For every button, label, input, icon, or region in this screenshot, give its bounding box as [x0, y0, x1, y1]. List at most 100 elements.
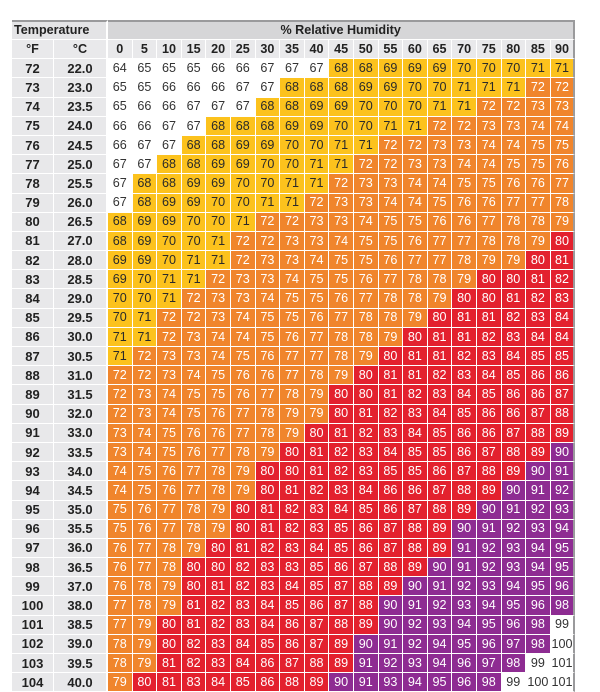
heat-index-cell: 66 — [157, 78, 182, 98]
heat-index-cell: 82 — [181, 634, 207, 654]
heat-index-cell: 75 — [108, 519, 133, 539]
heat-index-cell: 78 — [353, 308, 379, 328]
table-row: 91 33.0 73 74 75 76 76 77 78 79 80 81 82 83 84 85 86 86 87… — [12, 423, 576, 443]
temperature-c-cell: 38.5 — [54, 615, 108, 635]
heat-index-cell: 78 — [230, 442, 256, 463]
heat-index-cell: 90 — [378, 596, 404, 616]
heat-index-cell: 68 — [206, 116, 231, 136]
heat-index-cell: 84 — [206, 673, 231, 692]
heat-index-cell: 76 — [181, 442, 207, 463]
heat-index-cell: 80 — [329, 404, 354, 424]
heat-index-cell: 70 — [206, 193, 231, 213]
heat-index-cell: 76 — [206, 423, 231, 443]
temperature-f-cell: 94 — [12, 481, 54, 501]
heat-index-cell: 83 — [280, 538, 305, 559]
heat-index-cell: 86 — [526, 385, 551, 405]
heat-index-cell: 72 — [501, 97, 527, 117]
heat-index-cell: 84 — [526, 327, 551, 347]
heat-index-cell: 80 — [403, 327, 428, 347]
heat-index-cell: 80 — [526, 251, 551, 271]
heat-index-cell: 69 — [132, 251, 158, 271]
heat-index-cell: 74 — [427, 174, 453, 194]
heat-index-cell: 79 — [132, 615, 158, 635]
heat-index-cell: 86 — [501, 385, 527, 405]
heat-index-cell: 77 — [526, 193, 551, 213]
heat-index-cell: 70 — [501, 59, 527, 79]
heat-index-cell: 75 — [452, 174, 477, 194]
heat-index-cell: 76 — [526, 174, 551, 194]
heat-index-cell: 66 — [157, 97, 182, 117]
heat-index-cell: 76 — [550, 155, 576, 175]
heat-index-cell: 89 — [452, 500, 477, 520]
heat-index-cell: 87 — [550, 385, 576, 405]
heat-index-cell: 84 — [427, 404, 453, 424]
heat-index-cell: 87 — [304, 615, 330, 635]
heat-index-cell: 65 — [132, 59, 158, 79]
heat-index-cell: 87 — [403, 500, 428, 520]
table-row: 73 23.0 65 65 66 66 66 67 67 68 68 68 69 69 70 70 71 71 71… — [12, 78, 576, 98]
heat-index-cell: 76 — [108, 558, 133, 578]
heat-index-cell: 71 — [550, 59, 576, 79]
heat-index-cell: 76 — [132, 500, 158, 520]
heat-index-cell: 72 — [181, 308, 207, 328]
heat-index-cell: 80 — [378, 347, 404, 367]
heat-index-cell: 66 — [108, 116, 133, 136]
heat-index-cell: 75 — [157, 442, 182, 463]
heat-index-cell: 92 — [378, 654, 404, 674]
heat-index-cell: 86 — [255, 654, 281, 674]
heat-index-cell: 89 — [329, 634, 354, 654]
heat-index-cell: 81 — [501, 289, 527, 309]
heat-index-cell: 93 — [378, 673, 404, 692]
heat-index-cell: 85 — [230, 673, 256, 692]
heat-index-cell: 83 — [206, 654, 231, 674]
temperature-f-cell: 93 — [12, 462, 54, 482]
temperature-c-cell: 35.0 — [54, 500, 108, 520]
heat-index-cell: 93 — [476, 577, 502, 597]
header-row-titles: Temperature % Relative Humidity — [12, 20, 576, 40]
temperature-c-cell: 28.0 — [54, 251, 108, 271]
heat-index-cell: 79 — [304, 404, 330, 424]
heat-index-cell: 75 — [181, 404, 207, 424]
temperature-f-cell: 102 — [12, 634, 54, 654]
humidity-column-header: 0 — [108, 40, 133, 60]
heat-index-cell: 71 — [353, 135, 379, 156]
heat-index-cell: 75 — [206, 385, 231, 405]
heat-index-cell: 99 — [501, 673, 527, 692]
heat-index-cell: 74 — [501, 135, 527, 156]
heat-index-cell: 74 — [476, 135, 502, 156]
heat-index-cell: 75 — [378, 231, 404, 252]
heat-index-cell: 73 — [476, 116, 502, 136]
heat-index-cell: 78 — [206, 481, 231, 501]
heat-index-cell: 93 — [452, 596, 477, 616]
heat-index-cell: 69 — [280, 116, 305, 136]
heat-index-cell: 71 — [329, 155, 354, 175]
heat-index-cell: 77 — [280, 366, 305, 386]
heat-index-cell: 80 — [230, 519, 256, 539]
heat-index-cell: 99 — [550, 615, 576, 635]
heat-index-cell: 85 — [378, 462, 404, 482]
heat-index-cell: 75 — [255, 308, 281, 328]
heat-index-cell: 68 — [304, 78, 330, 98]
heat-index-cell: 90 — [452, 519, 477, 539]
heat-index-cell: 89 — [353, 615, 379, 635]
heat-index-cell: 87 — [353, 558, 379, 578]
heat-index-cell: 80 — [452, 289, 477, 309]
heat-index-cell: 76 — [427, 212, 453, 232]
heat-index-cell: 85 — [329, 538, 354, 559]
heat-index-cell: 98 — [550, 596, 576, 616]
heat-index-cell: 74 — [108, 481, 133, 501]
heat-index-cell: 75 — [501, 155, 527, 175]
temperature-f-cell: 74 — [12, 97, 54, 117]
heat-index-cell: 82 — [181, 654, 207, 674]
heat-index-cell: 74 — [181, 366, 207, 386]
heat-index-cell: 79 — [476, 251, 502, 271]
heat-index-cell: 80 — [550, 231, 576, 252]
heat-index-cell: 88 — [501, 442, 527, 463]
heat-index-cell: 65 — [157, 59, 182, 79]
heat-index-cell: 72 — [378, 155, 404, 175]
heat-index-cell: 83 — [526, 308, 551, 328]
heat-index-cell: 87 — [501, 423, 527, 443]
temperature-f-cell: 103 — [12, 654, 54, 674]
heat-index-cell: 74 — [157, 404, 182, 424]
heat-index-cell: 66 — [132, 116, 158, 136]
